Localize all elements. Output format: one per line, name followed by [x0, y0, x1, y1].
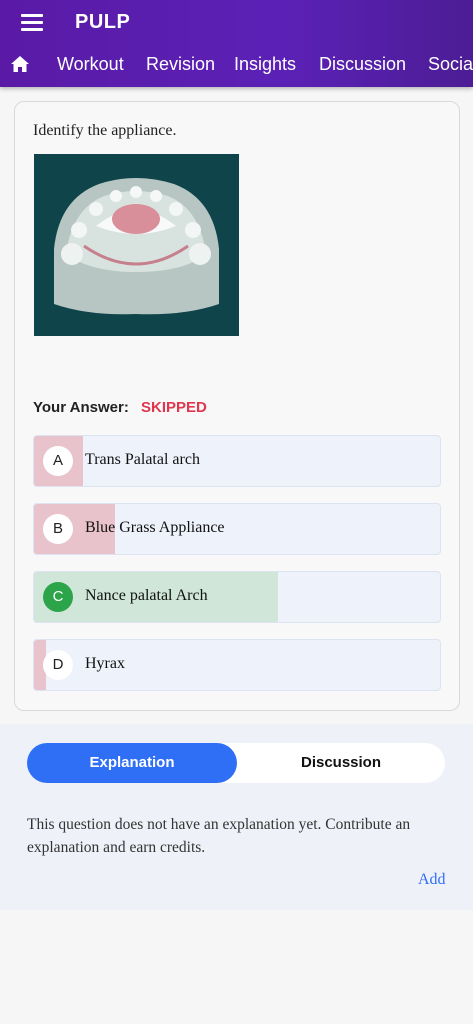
- question-card: Identify the appliance. Your Answer: SKI…: [14, 101, 460, 711]
- add-explanation-link[interactable]: Add: [418, 871, 446, 889]
- top-app-bar: PULP Workout Revision Insights Discussio…: [0, 0, 473, 87]
- nav-tabs: Workout Revision Insights Discussion Soc…: [0, 44, 473, 84]
- tab-insights[interactable]: Insights: [234, 54, 296, 75]
- your-answer-label: Your Answer:: [33, 399, 129, 416]
- option-letter: D: [43, 650, 73, 680]
- segment-tabs: Explanation Discussion: [27, 743, 445, 783]
- tab-social[interactable]: Social: [428, 54, 473, 75]
- home-icon[interactable]: [10, 54, 30, 74]
- option-b[interactable]: B Blue Grass Appliance: [33, 503, 441, 555]
- option-text: Hyrax: [85, 655, 125, 672]
- hamburger-menu-icon[interactable]: [21, 14, 43, 32]
- option-c[interactable]: C Nance palatal Arch: [33, 571, 441, 623]
- tab-workout[interactable]: Workout: [57, 54, 124, 75]
- explanation-text: This question does not have an explanati…: [27, 816, 411, 856]
- tab-discussion-panel[interactable]: Discussion: [237, 743, 445, 783]
- option-d[interactable]: D Hyrax: [33, 639, 441, 691]
- tab-revision[interactable]: Revision: [146, 54, 215, 75]
- option-letter-correct: C: [43, 582, 73, 612]
- answer-status: SKIPPED: [141, 399, 207, 416]
- question-text: Identify the appliance.: [33, 122, 177, 139]
- option-letter: A: [43, 446, 73, 476]
- tab-explanation[interactable]: Explanation: [27, 743, 237, 783]
- explanation-panel: Explanation Discussion This question doe…: [0, 724, 473, 910]
- tab-discussion[interactable]: Discussion: [319, 54, 406, 75]
- option-letter: B: [43, 514, 73, 544]
- option-text: Nance palatal Arch: [85, 587, 208, 604]
- question-image: [34, 154, 239, 336]
- app-title: PULP: [75, 11, 131, 33]
- option-a[interactable]: A Trans Palatal arch: [33, 435, 441, 487]
- option-text: Blue Grass Appliance: [85, 519, 225, 536]
- option-text: Trans Palatal arch: [85, 451, 200, 468]
